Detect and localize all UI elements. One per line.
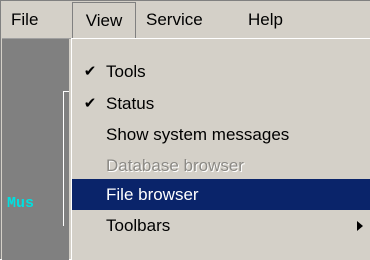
view-menu-dropdown: ✔ Tools ✔ Status Show system messages Da… xyxy=(71,38,370,260)
menu-item-label: Show system messages xyxy=(106,125,290,144)
background-panel-edge xyxy=(63,91,69,226)
menu-view[interactable]: View xyxy=(72,2,136,38)
menu-bar: File View Service Help xyxy=(2,2,370,39)
menu-item-file-browser[interactable]: File browser xyxy=(72,179,370,210)
menu-item-label: File browser xyxy=(106,185,199,204)
menu-item-status[interactable]: ✔ Status xyxy=(72,88,370,119)
menu-item-show-system-messages[interactable]: Show system messages xyxy=(72,119,370,150)
submenu-arrow-icon xyxy=(357,221,363,231)
menu-file[interactable]: File xyxy=(11,2,38,38)
background-label: Mus xyxy=(7,195,35,212)
checkmark-icon: ✔ xyxy=(83,63,97,80)
menu-item-database-browser: Database browser xyxy=(72,150,370,181)
checkmark-icon: ✔ xyxy=(83,95,97,112)
menu-item-tools[interactable]: ✔ Tools xyxy=(72,56,370,87)
menu-item-label: Database browser xyxy=(106,156,244,175)
background-workspace: Mus xyxy=(2,39,69,260)
application-window: File View Service Help Mus ✔ Tools ✔ Sta… xyxy=(0,0,370,260)
menu-item-toolbars[interactable]: Toolbars xyxy=(72,210,370,241)
menu-item-label: Toolbars xyxy=(106,216,171,235)
menu-service[interactable]: Service xyxy=(146,2,203,38)
menu-help[interactable]: Help xyxy=(248,2,283,38)
menu-item-label: Tools xyxy=(106,62,146,81)
menu-item-label: Status xyxy=(106,94,155,113)
